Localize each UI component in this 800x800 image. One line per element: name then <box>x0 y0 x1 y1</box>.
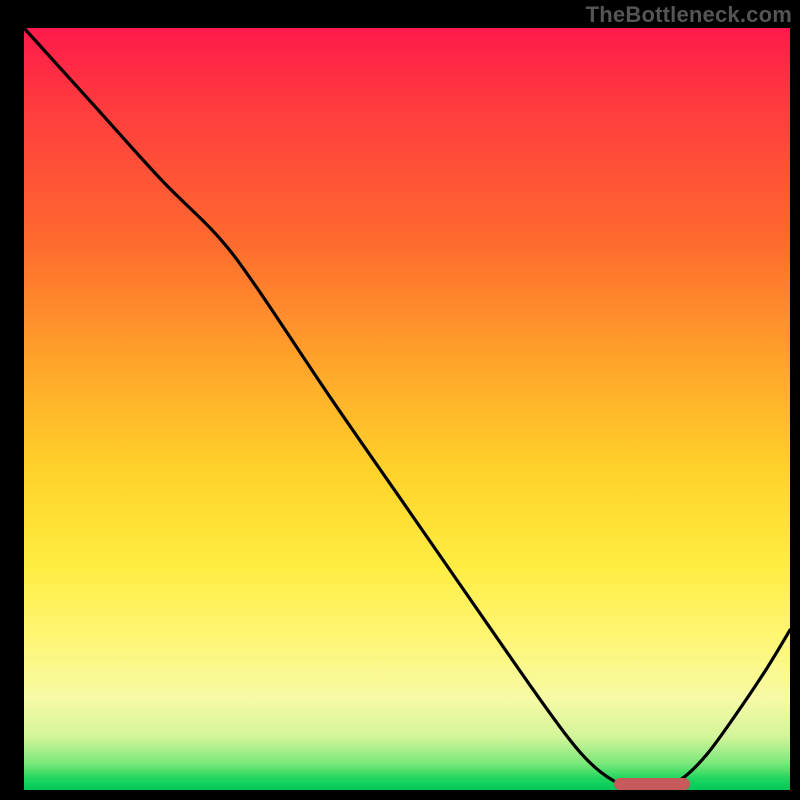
frame-right <box>790 0 800 800</box>
curve-layer <box>24 28 790 790</box>
optimal-range-marker <box>614 778 691 790</box>
plot-wrapper <box>0 0 800 800</box>
frame-left <box>0 0 24 800</box>
bottleneck-curve <box>24 28 790 786</box>
watermark-text: TheBottleneck.com <box>586 2 792 28</box>
frame-bottom <box>0 790 800 800</box>
chart-stage: TheBottleneck.com <box>0 0 800 800</box>
